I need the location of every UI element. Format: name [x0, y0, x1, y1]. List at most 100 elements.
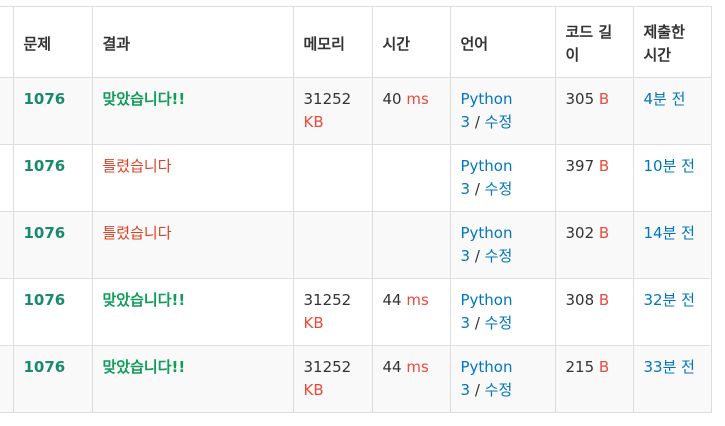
problem-link[interactable]: 1076 [24, 358, 66, 376]
problem-cell: 1076 [12, 211, 93, 279]
problem-cell: 1076 [12, 278, 93, 346]
header-result[interactable]: 결과 [91, 6, 294, 78]
problem-cell: 1076 [12, 345, 93, 413]
header-code-length-line2: 이 [565, 46, 580, 64]
code-length-unit: B [598, 157, 610, 175]
time-cell: 44 ms [371, 345, 451, 413]
language-link[interactable]: Python [461, 90, 513, 108]
header-language[interactable]: 언어 [449, 6, 556, 78]
code-length-cell: 305 B [554, 77, 634, 145]
memory-value: 31252 [303, 291, 352, 309]
language-version[interactable]: 3 [461, 180, 471, 198]
memory-unit: KB [303, 381, 324, 399]
result-text: 틀렸습니다 [102, 224, 172, 242]
language-link[interactable]: Python [461, 291, 513, 309]
code-length-value: 397 [565, 157, 595, 175]
edit-link[interactable]: 수정 [485, 113, 513, 131]
edit-link[interactable]: 수정 [485, 247, 513, 265]
edit-link[interactable]: 수정 [485, 314, 513, 332]
memory-cell: 31252 KB [292, 345, 373, 413]
header-submitted-line1: 제출한 [643, 23, 685, 41]
result-cell: 틀렸습니다 [91, 211, 294, 279]
language-link[interactable]: Python [461, 157, 513, 175]
time-value: 40 [382, 90, 402, 108]
problem-link[interactable]: 1076 [24, 157, 66, 175]
memory-cell [292, 144, 373, 212]
language-link[interactable]: Python [461, 358, 513, 376]
problem-link[interactable]: 1076 [24, 90, 66, 108]
submitted-time-link[interactable]: 10분 전 [644, 157, 695, 175]
code-length-value: 308 [565, 291, 595, 309]
row-stub [0, 77, 14, 145]
result-text: 맞았습니다!! [102, 358, 186, 376]
code-length-cell: 302 B [554, 211, 634, 279]
language-version[interactable]: 3 [461, 381, 471, 399]
result-cell: 틀렸습니다 [91, 144, 294, 212]
row-stub [0, 278, 14, 346]
time-unit: ms [406, 90, 429, 108]
submitted-time-link[interactable]: 14분 전 [644, 224, 695, 242]
header-time[interactable]: 시간 [371, 6, 451, 78]
edit-link[interactable]: 수정 [485, 381, 513, 399]
submitted-time-cell: 33분 전 [632, 345, 712, 413]
submitted-time-cell: 32분 전 [632, 278, 712, 346]
memory-cell: 31252 KB [292, 278, 373, 346]
code-length-cell: 308 B [554, 278, 634, 346]
time-cell [371, 211, 451, 279]
table-row: 1076 틀렸습니다 Python 3 / 수정 397 B 10분 전 [0, 144, 712, 212]
memory-cell [292, 211, 373, 279]
language-cell: Python 3 / 수정 [449, 345, 556, 413]
submitted-time-cell: 14분 전 [632, 211, 712, 279]
problem-cell: 1076 [12, 144, 93, 212]
submitted-time-link[interactable]: 4분 전 [644, 90, 686, 108]
row-stub [0, 211, 14, 279]
language-link[interactable]: Python [461, 224, 513, 242]
table-row: 1076 맞았습니다!! 31252 KB 44 ms Python 3 / 수… [0, 345, 712, 413]
header-code-length-line1: 코드 길 [565, 23, 613, 41]
header-submitted-time[interactable]: 제출한 시간 [632, 6, 712, 78]
language-version[interactable]: 3 [461, 314, 471, 332]
code-length-cell: 215 B [554, 345, 634, 413]
problem-cell: 1076 [12, 77, 93, 145]
result-cell: 맞았습니다!! [91, 77, 294, 145]
edit-link[interactable]: 수정 [485, 180, 513, 198]
submission-status-table: 문제 결과 메모리 시간 언어 코드 길 이 제출한 시간 1076 맞았습니다… [0, 6, 712, 413]
result-cell: 맞았습니다!! [91, 278, 294, 346]
header-code-length[interactable]: 코드 길 이 [554, 6, 634, 78]
time-value: 44 [382, 291, 402, 309]
result-cell: 맞았습니다!! [91, 345, 294, 413]
language-cell: Python 3 / 수정 [449, 77, 556, 145]
result-text: 틀렸습니다 [102, 157, 172, 175]
table-header-row: 문제 결과 메모리 시간 언어 코드 길 이 제출한 시간 [0, 6, 712, 78]
code-length-cell: 397 B [554, 144, 634, 212]
table-row: 1076 틀렸습니다 Python 3 / 수정 302 B 14분 전 [0, 211, 712, 279]
memory-unit: KB [303, 314, 324, 332]
code-length-unit: B [598, 358, 610, 376]
memory-unit: KB [303, 113, 324, 131]
code-length-value: 215 [565, 358, 595, 376]
time-cell: 40 ms [371, 77, 451, 145]
time-cell [371, 144, 451, 212]
problem-link[interactable]: 1076 [24, 291, 66, 309]
row-stub [0, 345, 14, 413]
language-separator: / [474, 247, 480, 265]
language-version[interactable]: 3 [461, 113, 471, 131]
table-row: 1076 맞았습니다!! 31252 KB 44 ms Python 3 / 수… [0, 278, 712, 346]
header-problem[interactable]: 문제 [12, 6, 93, 78]
submitted-time-cell: 4분 전 [632, 77, 712, 145]
submitted-time-cell: 10분 전 [632, 144, 712, 212]
header-submitted-line2: 시간 [643, 46, 672, 64]
code-length-unit: B [598, 90, 610, 108]
memory-cell: 31252 KB [292, 77, 373, 145]
submitted-time-link[interactable]: 32분 전 [644, 291, 695, 309]
memory-value: 31252 [303, 90, 352, 108]
language-cell: Python 3 / 수정 [449, 144, 556, 212]
language-separator: / [474, 113, 480, 131]
problem-link[interactable]: 1076 [24, 224, 66, 242]
header-memory[interactable]: 메모리 [292, 6, 373, 78]
submitted-time-link[interactable]: 33분 전 [644, 358, 695, 376]
language-cell: Python 3 / 수정 [449, 278, 556, 346]
time-value: 44 [382, 358, 402, 376]
code-length-value: 305 [565, 90, 595, 108]
language-version[interactable]: 3 [461, 247, 471, 265]
